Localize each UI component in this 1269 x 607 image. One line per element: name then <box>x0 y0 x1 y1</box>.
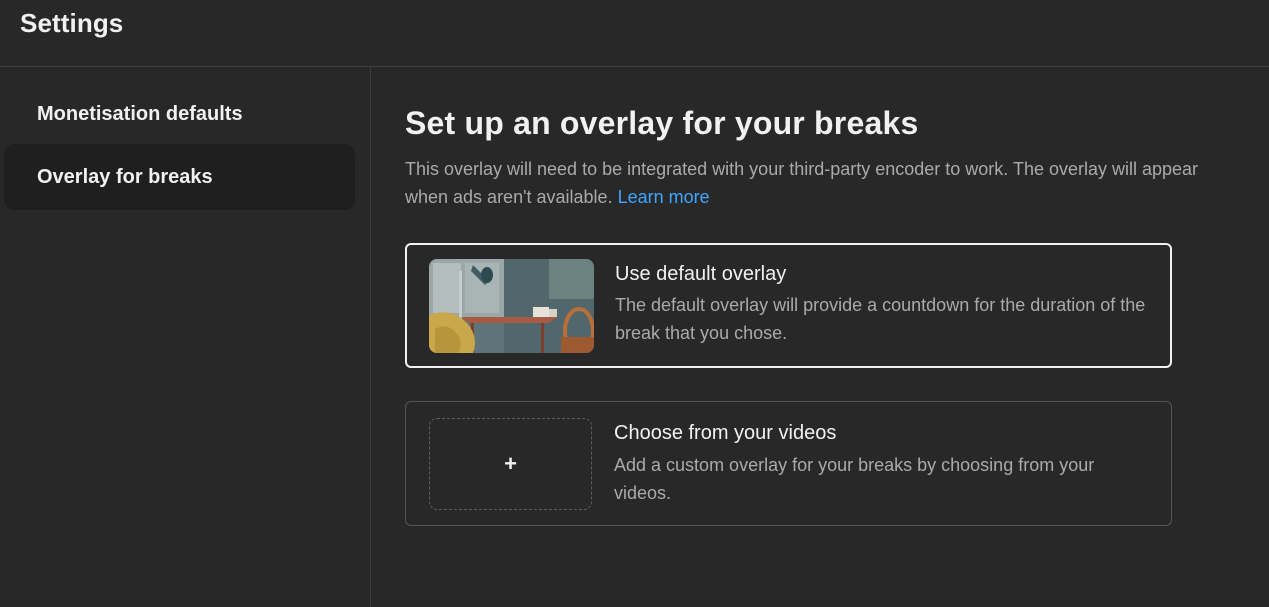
add-video-placeholder[interactable]: + <box>429 418 592 510</box>
option-description: The default overlay will provide a count… <box>615 295 1146 343</box>
section-heading: Set up an overlay for your breaks <box>405 105 919 141</box>
illustrated-room-scene <box>429 259 594 353</box>
sidebar-item-overlay-for-breaks[interactable]: Overlay for breaks <box>4 144 355 210</box>
option-title: Use default overlay <box>615 263 787 285</box>
learn-more-link[interactable]: Learn more <box>618 187 710 207</box>
default-overlay-thumbnail <box>429 259 594 353</box>
sidebar: Monetisation defaults Overlay for breaks <box>0 67 371 607</box>
option-description: Add a custom overlay for your breaks by … <box>614 455 1095 503</box>
sidebar-item-label: Monetisation defaults <box>37 102 243 125</box>
option-title: Choose from your videos <box>614 422 837 444</box>
description-text: This overlay will need to be integrated … <box>405 159 1199 207</box>
default-overlay-option[interactable]: Use default overlay The default overlay … <box>405 243 1172 368</box>
sidebar-item-monetisation-defaults[interactable]: Monetisation defaults <box>4 81 355 147</box>
main-content: Set up an overlay for your breaks This o… <box>372 67 1269 607</box>
plus-icon: + <box>504 451 517 476</box>
choose-from-videos-option[interactable]: + Choose from your videos Add a custom o… <box>405 401 1172 526</box>
section-description: This overlay will need to be integrated … <box>405 155 1225 211</box>
page-title: Settings <box>20 8 124 38</box>
sidebar-item-label: Overlay for breaks <box>37 165 213 188</box>
top-bar: Settings <box>0 0 1269 67</box>
